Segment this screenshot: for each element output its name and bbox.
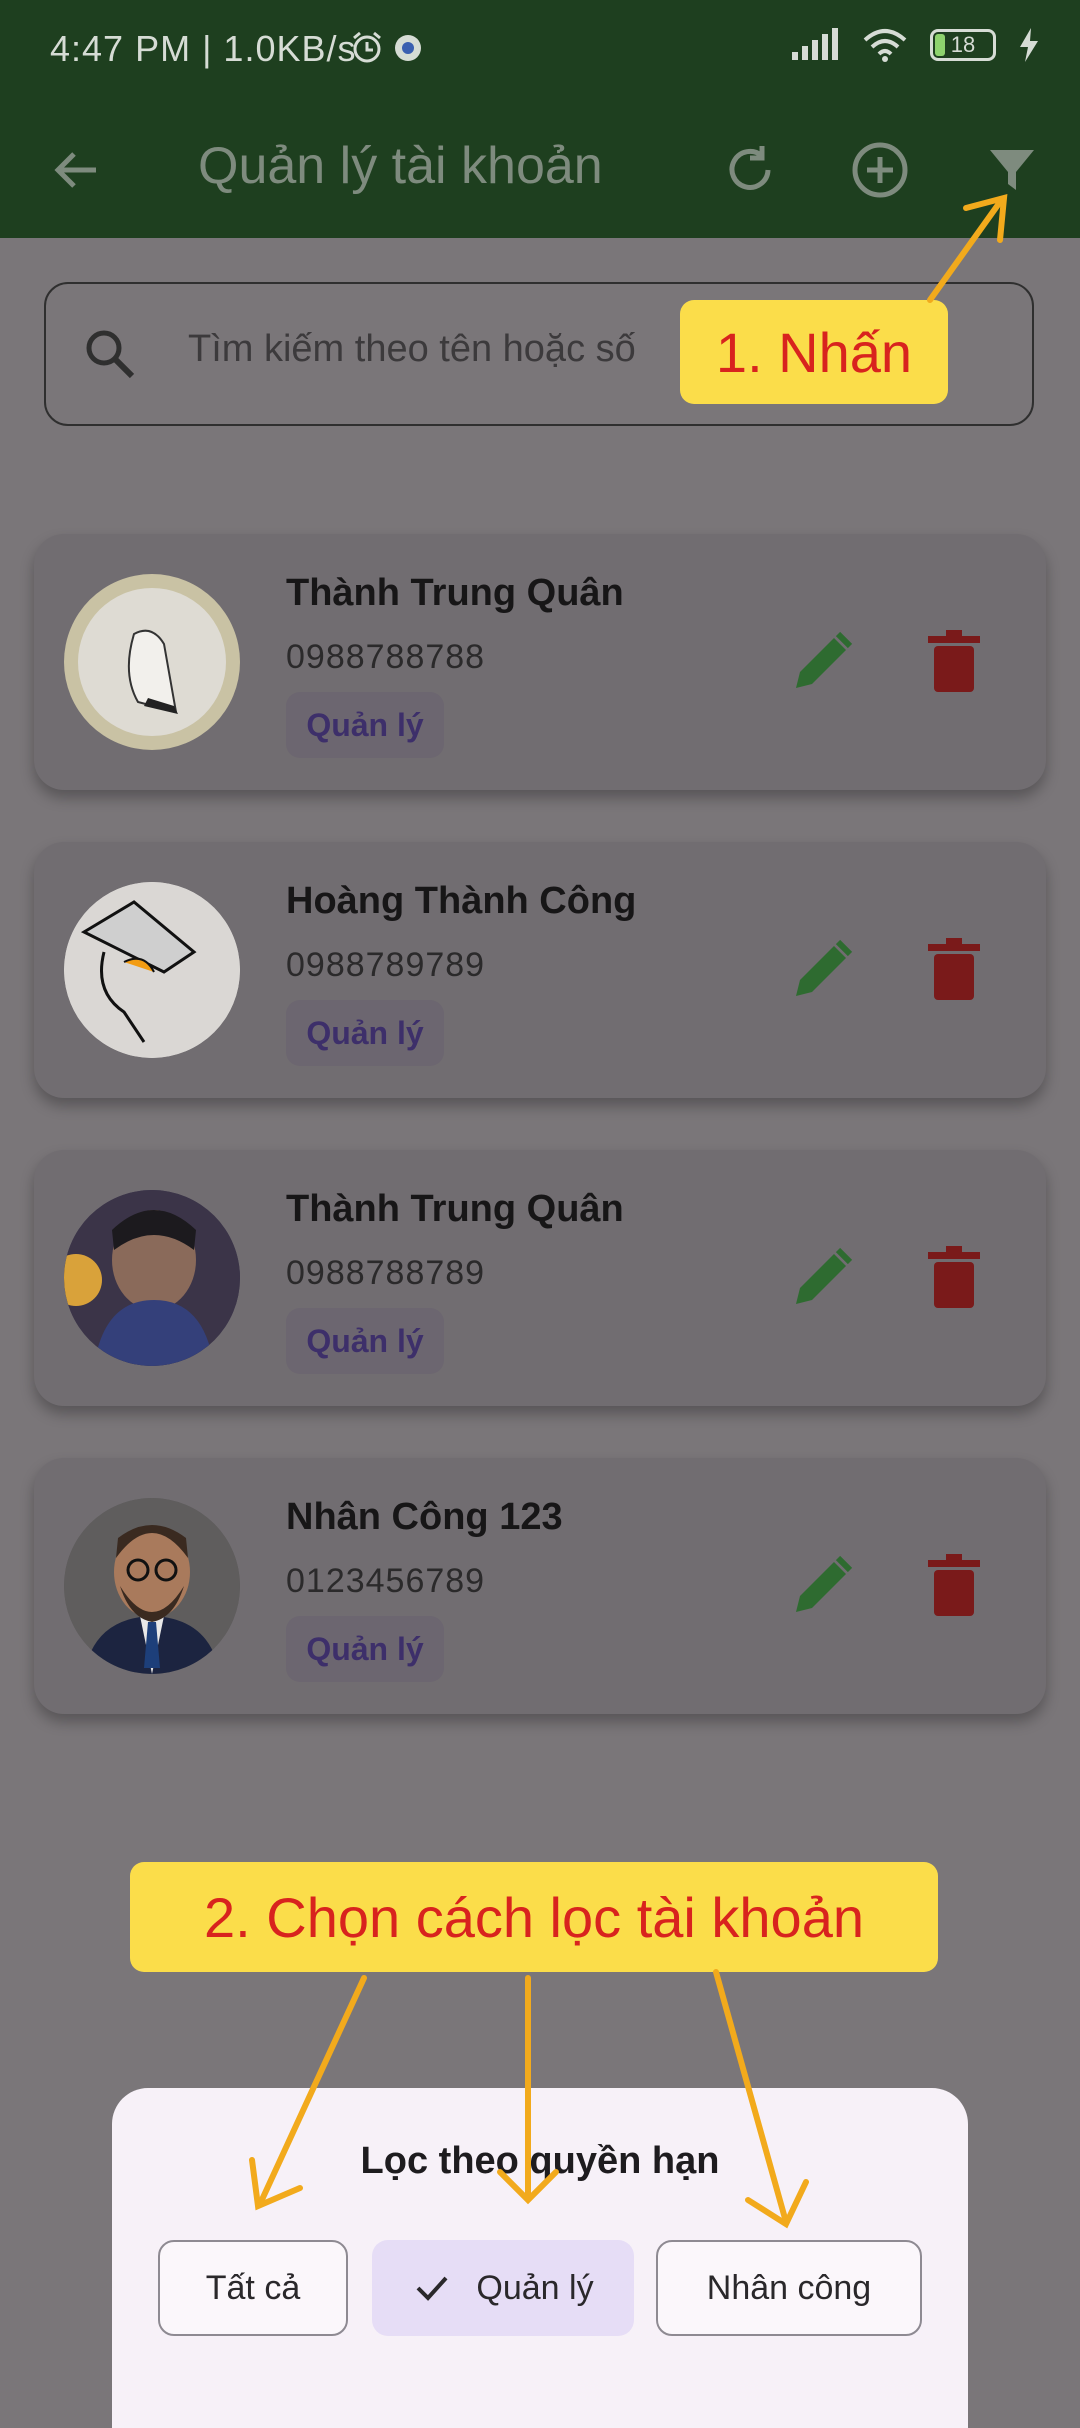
arrow-to-filter <box>927 199 1003 303</box>
annotation-arrows <box>249 194 1008 2229</box>
arrow-to-worker <box>713 1969 789 2225</box>
arrow-to-all <box>257 1975 367 2207</box>
